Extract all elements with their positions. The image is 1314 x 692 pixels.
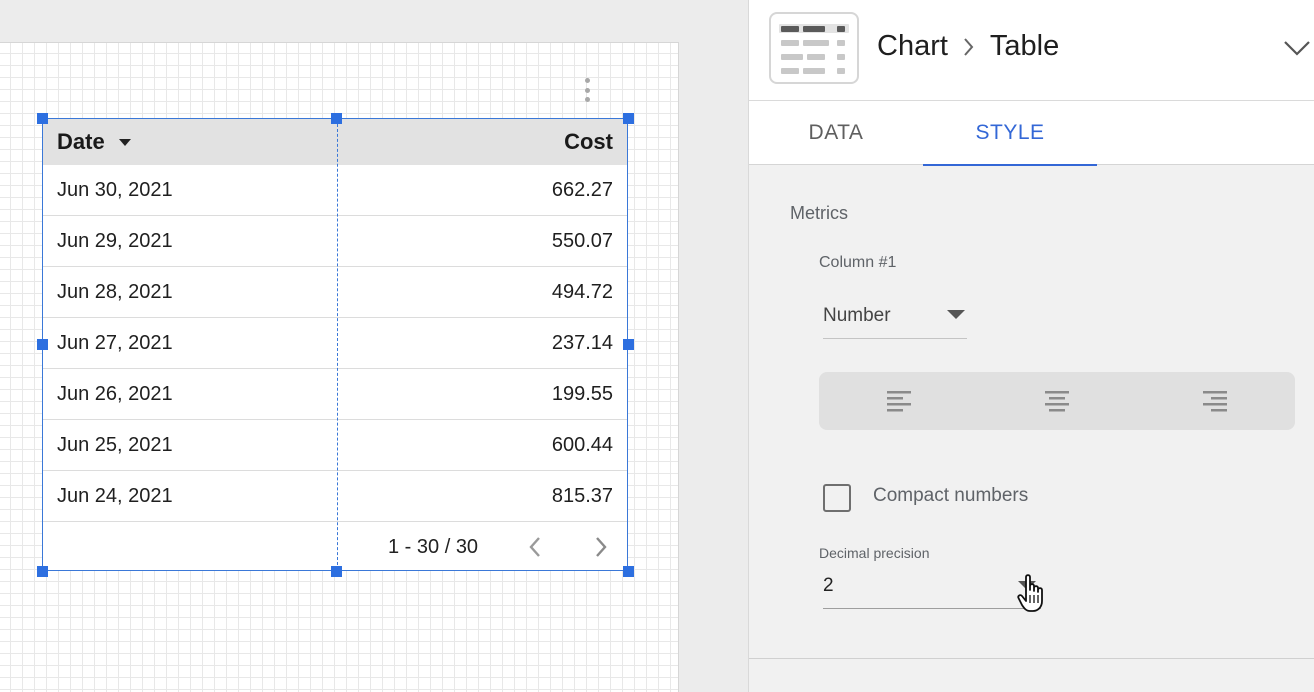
date-cell: Jun 27, 2021 [57,331,173,354]
table-chart[interactable]: Date Cost Jun 30, 2021 662.27 Jun 29, 20… [42,118,628,571]
chevron-right-icon [596,537,607,557]
tab-style[interactable]: STYLE [923,101,1097,166]
align-left-button[interactable] [869,372,929,430]
date-cell: Jun 30, 2021 [57,178,173,201]
align-left-icon [887,391,911,412]
chevron-down-icon[interactable] [1283,38,1311,58]
resize-handle-left[interactable] [37,339,48,350]
report-canvas: Date Cost Jun 30, 2021 662.27 Jun 29, 20… [0,0,748,692]
panel-section-divider [749,658,1314,659]
column-label: Column #1 [819,254,897,271]
resize-handle-bottom-left[interactable] [37,566,48,577]
properties-panel: Chart Table DATA STYLE Metrics Column #1… [748,0,1314,692]
table-row: Jun 29, 2021 550.07 [43,216,627,267]
sort-descending-icon[interactable] [118,138,131,146]
column-resize-divider[interactable] [337,119,338,570]
cost-cell: 600.44 [551,433,613,456]
number-format-dropdown[interactable]: Number [823,293,967,339]
dropdown-arrow-icon [1018,581,1036,590]
cost-cell: 662.27 [551,178,613,201]
align-center-button[interactable] [1027,372,1087,430]
cost-cell: 494.72 [551,280,613,303]
resize-handle-bottom-right[interactable] [623,566,634,577]
cost-cell: 237.14 [551,331,613,354]
align-right-icon [1203,391,1227,412]
date-cell: Jun 25, 2021 [57,433,173,456]
chevron-right-icon [962,36,976,58]
cost-column-header[interactable]: Cost [337,129,627,155]
number-format-value: Number [823,305,891,326]
cost-cell: 550.07 [551,229,613,252]
resize-handle-right[interactable] [623,339,634,350]
decimal-precision-value: 2 [823,575,834,596]
resize-handle-top[interactable] [331,113,342,124]
date-column-header[interactable]: Date [43,129,337,155]
date-cell: Jun 29, 2021 [57,229,173,252]
dropdown-arrow-icon [947,310,965,319]
panel-tabs: DATA STYLE [749,101,1314,166]
align-right-button[interactable] [1185,372,1245,430]
date-cell: Jun 26, 2021 [57,382,173,405]
cost-cell: 815.37 [551,484,613,507]
table-chart-icon[interactable] [769,12,859,84]
table-row: Jun 26, 2021 199.55 [43,369,627,420]
style-tab-content: Metrics Column #1 Number Compact numbers… [749,165,1314,691]
panel-header: Chart Table [749,0,1314,101]
compact-numbers-checkbox[interactable] [823,484,851,512]
breadcrumb-parent[interactable]: Chart [877,30,948,63]
table-header-row: Date Cost [43,119,627,165]
table-row: Jun 27, 2021 237.14 [43,318,627,369]
date-column-header-label: Date [57,129,105,154]
resize-handle-top-right[interactable] [623,113,634,124]
chart-more-options-icon[interactable] [582,78,592,102]
previous-page-button[interactable] [523,534,547,560]
decimal-precision-label: Decimal precision [819,545,930,561]
breadcrumb-current: Table [989,30,1060,62]
chart-type-breadcrumb: Chart Table [877,30,1059,63]
date-cell: Jun 24, 2021 [57,484,173,507]
table-row: Jun 28, 2021 494.72 [43,267,627,318]
alignment-button-group [819,372,1295,430]
table-row: Jun 25, 2021 600.44 [43,420,627,471]
date-cell: Jun 28, 2021 [57,280,173,303]
table-row: Jun 30, 2021 662.27 [43,165,627,216]
compact-numbers-label[interactable]: Compact numbers [873,485,1028,507]
table-row: Jun 24, 2021 815.37 [43,471,627,522]
resize-handle-top-left[interactable] [37,113,48,124]
resize-handle-bottom[interactable] [331,566,342,577]
decimal-precision-dropdown[interactable]: 2 [823,569,1041,609]
align-center-icon [1045,391,1069,412]
tab-data[interactable]: DATA [749,101,923,165]
next-page-button[interactable] [589,534,613,560]
pagination-range: 1 - 30 / 30 [388,536,479,558]
cost-cell: 199.55 [551,382,613,405]
metrics-section-label: Metrics [790,203,848,223]
chevron-left-icon [529,537,540,557]
